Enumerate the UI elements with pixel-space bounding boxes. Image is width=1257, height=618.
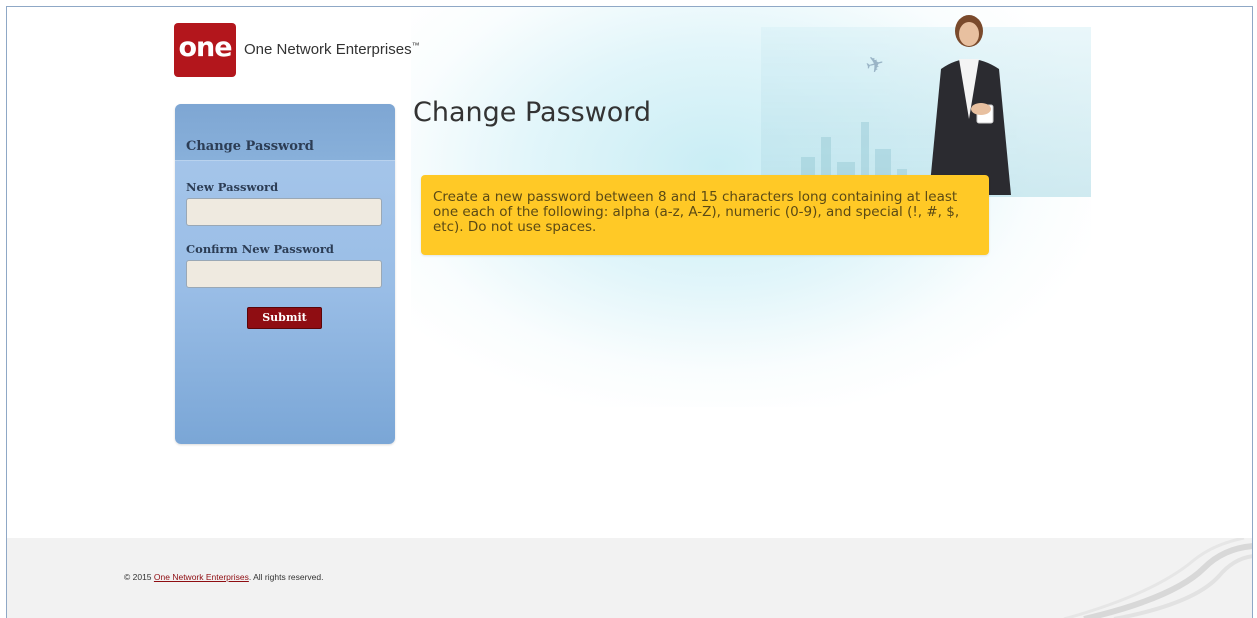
password-requirements-notice: Create a new password between 8 and 15 c…	[421, 175, 989, 255]
panel-header: Change Password	[175, 104, 395, 161]
copyright-text: © 2015 One Network Enterprises. All righ…	[124, 572, 324, 582]
confirm-password-label: Confirm New Password	[186, 242, 334, 256]
confirm-password-input[interactable]	[186, 260, 382, 288]
panel-title: Change Password	[186, 139, 314, 154]
trademark-mark: ™	[411, 41, 420, 50]
submit-button[interactable]: Submit	[247, 307, 322, 329]
new-password-label: New Password	[186, 180, 279, 194]
swoosh-graphic	[1063, 538, 1252, 618]
brand-name-text: One Network Enterprises	[244, 41, 412, 58]
copyright-prefix: © 2015	[124, 572, 154, 582]
company-link[interactable]: One Network Enterprises	[154, 572, 249, 582]
page-frame: ✈ one One Network Enterprises™ Change Pa…	[6, 6, 1253, 618]
change-password-panel: Change Password New Password Confirm New…	[175, 104, 395, 444]
brand-name: One Network Enterprises™	[244, 41, 420, 58]
businesswoman-image	[929, 15, 1011, 195]
one-network-logo: one	[174, 23, 236, 77]
page-title: Change Password	[413, 97, 652, 128]
copyright-suffix: . All rights reserved.	[248, 572, 324, 582]
footer: © 2015 One Network Enterprises. All righ…	[7, 538, 1252, 618]
new-password-input[interactable]	[186, 198, 382, 226]
